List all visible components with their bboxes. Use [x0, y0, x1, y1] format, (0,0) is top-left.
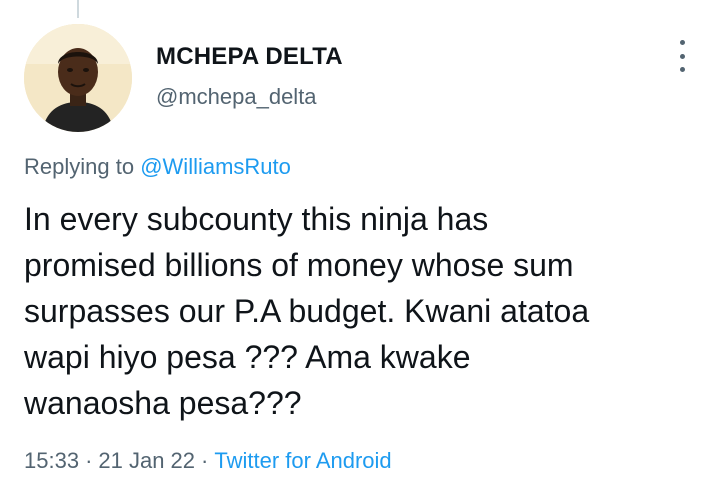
more-vertical-icon: [679, 53, 685, 59]
tweet-metadata: 15:33 · 21 Jan 22 · Twitter for Android: [24, 446, 392, 476]
more-vertical-icon: [679, 40, 685, 45]
avatar[interactable]: [24, 24, 132, 132]
tweet-source-link[interactable]: Twitter for Android: [214, 448, 391, 473]
separator: ·: [85, 448, 93, 473]
tweet-time[interactable]: 15:33: [24, 448, 79, 473]
replying-to-mention-link[interactable]: @WilliamsRuto: [140, 154, 291, 179]
thread-connector-line: [77, 0, 79, 18]
avatar-image: [24, 24, 132, 132]
more-vertical-icon: [679, 67, 685, 72]
replying-to: Replying to @WilliamsRuto: [24, 152, 291, 182]
tweet-date[interactable]: 21 Jan 22: [98, 448, 195, 473]
more-options-button[interactable]: [672, 40, 692, 72]
author-display-name[interactable]: MCHEPA DELTA: [156, 42, 343, 72]
author-handle[interactable]: @mchepa_delta: [156, 82, 343, 112]
replying-to-prefix: Replying to: [24, 154, 135, 179]
separator: ·: [201, 448, 209, 473]
tweet-text: In every subcounty this ninja has promis…: [24, 201, 590, 421]
tweet-author: MCHEPA DELTA @mchepa_delta: [156, 42, 343, 112]
